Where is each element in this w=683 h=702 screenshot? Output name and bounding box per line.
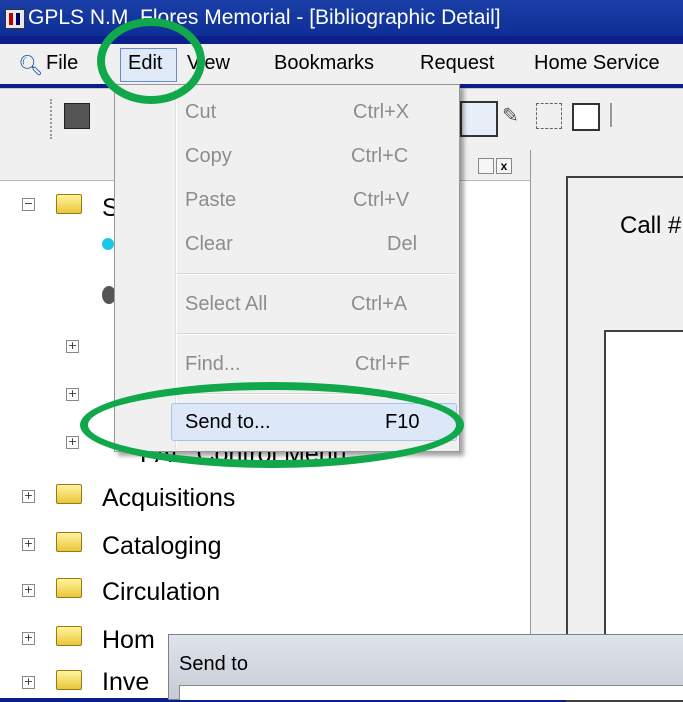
expand-icon[interactable]: + xyxy=(66,340,79,353)
shortcut-clear: Del xyxy=(387,233,418,255)
expand-icon[interactable]: + xyxy=(22,538,35,551)
shortcut-cut: Ctrl+X xyxy=(353,101,410,123)
folder-icon xyxy=(56,670,82,690)
annotation-circle-edit xyxy=(97,18,205,104)
toolbar-grip xyxy=(50,99,58,139)
shortcut-find: Ctrl+F xyxy=(355,353,410,375)
expand-icon[interactable]: + xyxy=(66,388,79,401)
menu-separator xyxy=(177,273,455,275)
expand-icon[interactable]: + xyxy=(22,676,35,689)
menu-bookmarks[interactable]: Bookmarks xyxy=(274,52,374,75)
folder-icon xyxy=(56,626,82,646)
window-titlebar: GPLS N.M. Flores Memorial - [Bibliograph… xyxy=(0,0,683,36)
dialog-title: Send to xyxy=(179,653,248,675)
grid-icon[interactable] xyxy=(536,103,562,129)
save-icon[interactable] xyxy=(64,103,90,129)
shortcut-select-all: Ctrl+A xyxy=(351,293,408,315)
tree-item-circulation[interactable]: Circulation xyxy=(102,578,220,607)
menu-home-service[interactable]: Home Service xyxy=(534,52,660,75)
menu-file[interactable]: File xyxy=(46,52,78,75)
folder-icon xyxy=(56,484,82,504)
globe-icon xyxy=(102,238,114,250)
menu-item-paste[interactable]: Paste xyxy=(185,189,236,212)
expand-icon[interactable]: + xyxy=(66,436,79,449)
expand-icon[interactable]: + xyxy=(22,584,35,597)
expand-icon[interactable]: + xyxy=(22,632,35,645)
tree-item-cataloging[interactable]: Cataloging xyxy=(102,532,222,561)
folder-icon xyxy=(56,532,82,552)
menu-separator xyxy=(177,333,455,335)
window-title: GPLS N.M. Flores Memorial - [Bibliograph… xyxy=(28,6,501,29)
tree-item-home[interactable]: Hom xyxy=(102,626,155,655)
shortcut-paste: Ctrl+V xyxy=(353,189,410,211)
panel-close-icon[interactable]: x xyxy=(496,158,512,174)
tree-item-acquisitions[interactable]: Acquisitions xyxy=(102,484,235,513)
menu-item-find[interactable]: Find... xyxy=(185,353,241,376)
expand-icon[interactable]: + xyxy=(22,490,35,503)
zoom-icon[interactable]: ✎ xyxy=(502,103,526,127)
annotation-circle-send-to xyxy=(80,382,464,468)
folder-icon xyxy=(56,578,82,598)
menu-item-copy[interactable]: Copy xyxy=(185,145,232,168)
toolbar-button-selected-icon[interactable] xyxy=(460,101,498,137)
search-icon[interactable]: 🔍︎ xyxy=(18,53,43,78)
menu-request[interactable]: Request xyxy=(420,52,495,75)
folder-open-icon xyxy=(56,194,82,214)
menu-item-select-all[interactable]: Select All xyxy=(185,293,267,316)
shortcut-copy: Ctrl+C xyxy=(351,145,409,167)
panel-dropdown-icon[interactable] xyxy=(478,158,494,174)
send-to-dialog: Send to xyxy=(168,634,683,700)
window-icon[interactable] xyxy=(572,103,600,131)
menu-item-cut[interactable]: Cut xyxy=(185,101,216,124)
menu-item-clear[interactable]: Clear xyxy=(185,233,233,256)
toolbar-separator xyxy=(610,103,612,127)
app-icon xyxy=(5,9,25,29)
collapse-icon[interactable]: − xyxy=(22,198,35,211)
tree-item-inventory[interactable]: Inve xyxy=(102,668,149,697)
call-number-label: Call # xyxy=(620,212,682,239)
